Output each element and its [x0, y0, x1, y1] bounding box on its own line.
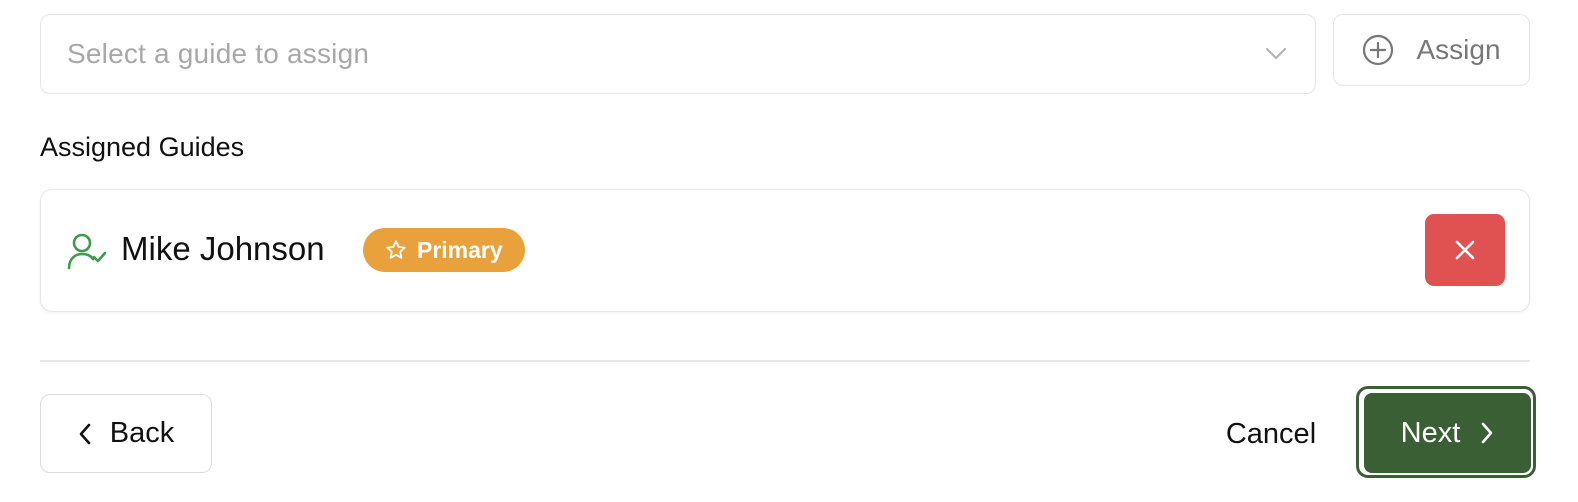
plus-circle-icon [1363, 34, 1394, 66]
guide-card: Mike Johnson Primary [40, 189, 1530, 312]
divider [40, 360, 1530, 362]
user-check-icon [67, 233, 107, 270]
cancel-button[interactable]: Cancel [1210, 404, 1332, 464]
guide-select-placeholder: Select a guide to assign [67, 38, 370, 69]
remove-guide-button[interactable] [1425, 214, 1505, 286]
chevron-right-icon [1482, 422, 1493, 444]
close-icon [1455, 240, 1475, 260]
back-button-label: Back [109, 417, 175, 449]
primary-badge-label: Primary [417, 236, 503, 263]
cancel-button-label: Cancel [1225, 417, 1317, 450]
assign-button[interactable]: Assign [1333, 14, 1530, 86]
next-button-label: Next [1400, 416, 1461, 449]
star-icon [386, 240, 406, 259]
assigned-guides-title: Assigned Guides [40, 132, 245, 162]
chevron-left-icon [79, 423, 91, 444]
back-button[interactable]: Back [40, 394, 212, 473]
assign-button-label: Assign [1416, 34, 1501, 65]
chevron-down-icon [1265, 47, 1287, 60]
next-button[interactable]: Next [1364, 393, 1531, 473]
guide-name: Mike Johnson [121, 230, 325, 267]
primary-badge: Primary [363, 228, 525, 272]
guide-select[interactable]: Select a guide to assign [40, 14, 1316, 94]
